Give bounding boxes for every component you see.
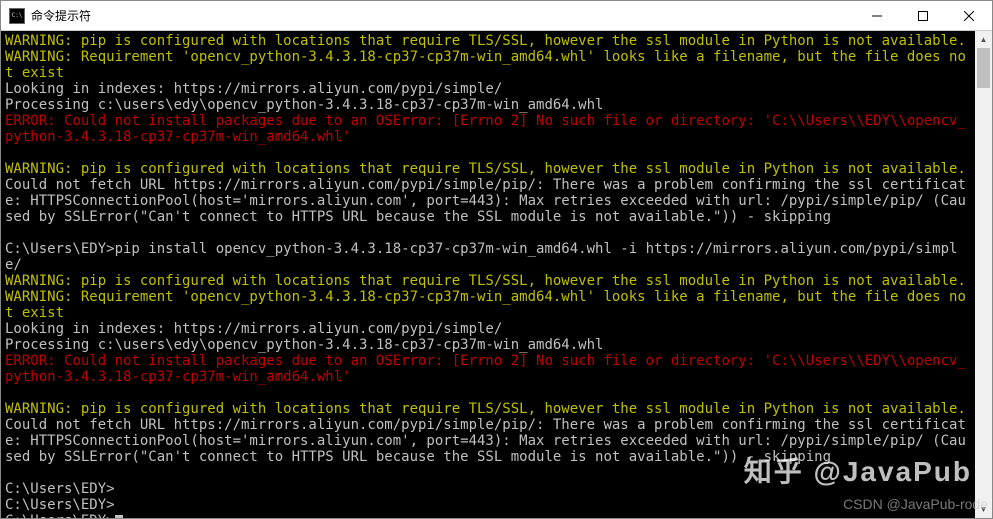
terminal-line: Processing c:\users\edy\opencv_python-3.…: [5, 337, 603, 353]
minimize-button[interactable]: [854, 1, 900, 30]
terminal-line: WARNING: Requirement 'opencv_python-3.4.…: [5, 49, 966, 81]
terminal-line: ERROR: Could not install packages due to…: [5, 353, 966, 385]
vertical-scrollbar[interactable]: ▲ ▼: [975, 31, 992, 518]
terminal-line: Could not fetch URL https://mirrors.aliy…: [5, 417, 966, 465]
window-title: 命令提示符: [31, 7, 91, 24]
terminal-line: Looking in indexes: https://mirrors.aliy…: [5, 321, 502, 337]
terminal-line: WARNING: pip is configured with location…: [5, 161, 966, 177]
close-button[interactable]: [946, 1, 992, 30]
scroll-thumb[interactable]: [977, 48, 990, 88]
terminal-line: C:\Users\EDY>pip install opencv_python-3…: [5, 241, 957, 273]
maximize-button[interactable]: [900, 1, 946, 30]
terminal-prompt[interactable]: C:\Users\EDY>: [5, 513, 115, 518]
terminal-line: C:\Users\EDY>: [5, 497, 115, 513]
terminal-line: Could not fetch URL https://mirrors.aliy…: [5, 177, 966, 225]
cmd-icon: [9, 8, 25, 24]
titlebar[interactable]: 命令提示符: [1, 1, 992, 31]
terminal-line: C:\Users\EDY>: [5, 481, 115, 497]
window-controls: [854, 1, 992, 30]
scroll-down-button[interactable]: ▼: [975, 501, 992, 518]
cursor: [115, 515, 123, 518]
scroll-up-button[interactable]: ▲: [975, 31, 992, 48]
terminal-line: WARNING: pip is configured with location…: [5, 33, 966, 49]
terminal-line: WARNING: Requirement 'opencv_python-3.4.…: [5, 289, 966, 321]
terminal-area: WARNING: pip is configured with location…: [1, 31, 992, 518]
terminal-line: Processing c:\users\edy\opencv_python-3.…: [5, 97, 603, 113]
terminal-line: ERROR: Could not install packages due to…: [5, 113, 966, 145]
scroll-track[interactable]: [975, 48, 992, 501]
terminal-line: WARNING: pip is configured with location…: [5, 401, 966, 417]
terminal-line: WARNING: pip is configured with location…: [5, 273, 966, 289]
terminal-output[interactable]: WARNING: pip is configured with location…: [1, 31, 975, 518]
terminal-line: Looking in indexes: https://mirrors.aliy…: [5, 81, 502, 97]
